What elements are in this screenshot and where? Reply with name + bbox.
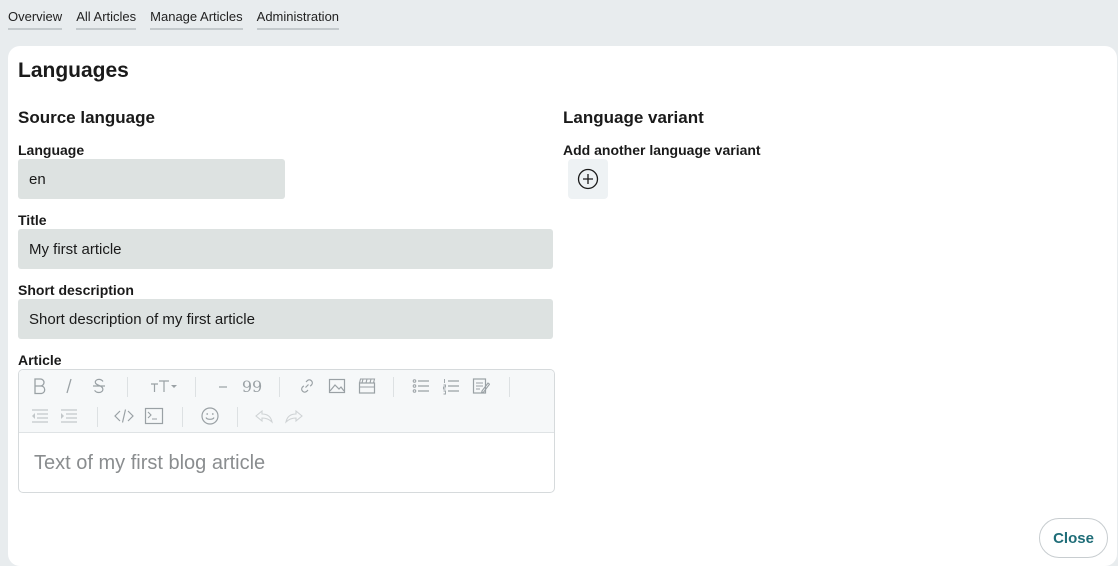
toolbar-separator	[182, 407, 183, 427]
numbered-list-icon[interactable]	[439, 375, 463, 397]
image-icon[interactable]	[325, 375, 349, 397]
text-size-icon[interactable]	[149, 375, 179, 397]
toolbar-separator	[393, 377, 394, 397]
toolbar-separator	[127, 377, 128, 397]
editor-toolbar: 99	[19, 370, 554, 433]
indent-icon[interactable]	[57, 405, 81, 427]
source-language-heading: Source language	[18, 108, 155, 127]
top-navigation: Overview All Articles Manage Articles Ad…	[8, 0, 353, 38]
code-icon[interactable]	[112, 405, 136, 427]
horizontal-rule-icon[interactable]	[211, 375, 235, 397]
undo-icon[interactable]	[252, 405, 276, 427]
language-input[interactable]	[18, 159, 285, 199]
add-language-variant-button[interactable]	[568, 159, 608, 199]
bulleted-list-icon[interactable]	[409, 375, 433, 397]
short-description-input[interactable]	[18, 299, 553, 339]
tab-all-articles[interactable]: All Articles	[76, 0, 137, 30]
tab-administration[interactable]: Administration	[256, 0, 340, 30]
page-title: Languages	[18, 59, 129, 82]
short-description-label: Short description	[18, 282, 134, 298]
bold-icon[interactable]	[28, 375, 52, 397]
plus-circle-icon	[577, 168, 599, 190]
tab-overview[interactable]: Overview	[8, 0, 63, 30]
link-icon[interactable]	[295, 375, 319, 397]
add-variant-label: Add another language variant	[563, 142, 761, 158]
toolbar-separator	[97, 407, 98, 427]
blockquote-icon[interactable]: 99	[237, 375, 267, 397]
tab-manage-articles[interactable]: Manage Articles	[150, 0, 243, 30]
languages-panel: Languages Source language Language Title…	[8, 46, 1117, 566]
toolbar-separator	[237, 407, 238, 427]
redo-icon[interactable]	[282, 405, 306, 427]
language-variant-heading: Language variant	[563, 108, 704, 127]
article-label: Article	[18, 352, 62, 368]
code-block-icon[interactable]	[142, 405, 166, 427]
emoji-icon[interactable]	[198, 405, 222, 427]
strikethrough-icon[interactable]	[87, 375, 111, 397]
checklist-icon[interactable]	[469, 375, 493, 397]
title-label: Title	[18, 212, 47, 228]
toolbar-separator	[509, 377, 510, 397]
toolbar-separator	[195, 377, 196, 397]
article-editor: 99 Text of my first blog article	[18, 369, 555, 493]
toolbar-separator	[279, 377, 280, 397]
article-editor-content[interactable]: Text of my first blog article	[34, 452, 265, 475]
close-button[interactable]: Close	[1039, 518, 1108, 558]
video-icon[interactable]	[355, 375, 379, 397]
italic-icon[interactable]	[57, 375, 81, 397]
title-input[interactable]	[18, 229, 553, 269]
blockquote-glyph: 99	[241, 376, 263, 396]
language-label: Language	[18, 142, 85, 158]
outdent-icon[interactable]	[28, 405, 52, 427]
